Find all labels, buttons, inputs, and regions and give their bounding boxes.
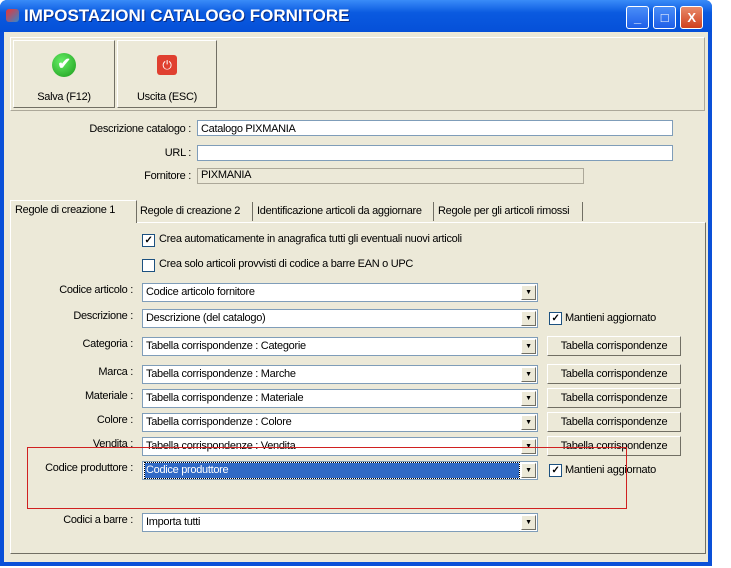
- tab-2[interactable]: Regole di creazione 2: [136, 202, 253, 221]
- chevron-down-icon[interactable]: ▼: [521, 311, 536, 326]
- row-label: Descrizione :: [73, 310, 133, 322]
- dropdown-value: Importa tutti: [146, 516, 201, 528]
- maximize-button[interactable]: □: [653, 6, 676, 29]
- save-label: Salva (F12): [37, 91, 91, 103]
- row-label: Colore :: [96, 414, 133, 426]
- row-label: Materiale :: [84, 390, 133, 402]
- mapping-table-button[interactable]: Tabella corrispondenze: [547, 388, 681, 408]
- dropdown-value: Codice articolo fornitore: [146, 286, 255, 298]
- chevron-down-icon[interactable]: ▼: [521, 415, 536, 430]
- checkbox[interactable]: [142, 259, 155, 272]
- url-input[interactable]: [197, 145, 673, 161]
- check-icon: ✔: [52, 53, 76, 77]
- row-label: Marca :: [98, 366, 133, 378]
- keep-updated-checkbox[interactable]: ✓: [549, 312, 562, 325]
- fornitore-label: Fornitore :: [144, 170, 191, 182]
- row-label: Codice articolo :: [59, 284, 133, 296]
- checkbox-label: Crea automaticamente in anagrafica tutti…: [159, 233, 462, 245]
- exit-button[interactable]: ⏻ Uscita (ESC): [117, 40, 217, 108]
- app-icon: [6, 9, 19, 22]
- dropdown-value: Tabella corrispondenze : Colore: [146, 416, 292, 428]
- mapping-table-button[interactable]: Tabella corrispondenze: [547, 364, 681, 384]
- toolbar: ✔ Salva (F12) ⏻ Uscita (ESC): [10, 37, 705, 111]
- checkbox-label: Crea solo articoli provvisti di codice a…: [159, 258, 414, 270]
- descrizione-label: Descrizione catalogo :: [89, 123, 191, 135]
- mapping-table-button[interactable]: Tabella corrispondenze: [547, 412, 681, 432]
- dropdown-value: Tabella corrispondenze : Marche: [146, 368, 296, 380]
- highlight-rectangle: [27, 447, 627, 509]
- row-label: Categoria :: [82, 338, 133, 350]
- dropdown-value: Descrizione (del catalogo): [146, 312, 266, 324]
- dropdown[interactable]: Tabella corrispondenze : Categorie ▼: [142, 337, 538, 356]
- close-button[interactable]: X: [680, 6, 703, 29]
- dropdown-value: Tabella corrispondenze : Materiale: [146, 392, 304, 404]
- window-title: IMPOSTAZIONI CATALOGO FORNITORE: [24, 6, 350, 25]
- title-bar[interactable]: IMPOSTAZIONI CATALOGO FORNITORE _ □ X: [0, 0, 712, 32]
- power-icon: ⏻: [157, 55, 177, 75]
- chevron-down-icon[interactable]: ▼: [521, 285, 536, 300]
- dropdown[interactable]: Importa tutti ▼: [142, 513, 538, 532]
- dropdown[interactable]: Descrizione (del catalogo) ▼: [142, 309, 538, 328]
- mapping-table-button[interactable]: Tabella corrispondenze: [547, 336, 681, 356]
- minimize-button[interactable]: _: [626, 6, 649, 29]
- dropdown[interactable]: Codice articolo fornitore ▼: [142, 283, 538, 302]
- chevron-down-icon[interactable]: ▼: [521, 339, 536, 354]
- row-label: Codici a barre :: [63, 514, 133, 526]
- descrizione-input[interactable]: Catalogo PIXMANIA: [197, 120, 673, 136]
- tab-4[interactable]: Regole per gli articoli rimossi: [434, 202, 583, 221]
- chevron-down-icon[interactable]: ▼: [521, 367, 536, 382]
- tab-3[interactable]: Identificazione articoli da aggiornare: [253, 202, 434, 221]
- save-button[interactable]: ✔ Salva (F12): [13, 40, 115, 108]
- chevron-down-icon[interactable]: ▼: [521, 515, 536, 530]
- dropdown[interactable]: Tabella corrispondenze : Colore ▼: [142, 413, 538, 432]
- checkbox[interactable]: ✓: [142, 234, 155, 247]
- keep-updated-label: Mantieni aggiornato: [565, 312, 656, 324]
- dropdown-value: Tabella corrispondenze : Categorie: [146, 340, 306, 352]
- exit-label: Uscita (ESC): [137, 91, 197, 103]
- dropdown[interactable]: Tabella corrispondenze : Marche ▼: [142, 365, 538, 384]
- fornitore-field: PIXMANIA: [197, 168, 584, 184]
- tab-1[interactable]: Regole di creazione 1: [10, 200, 137, 223]
- url-label: URL :: [164, 147, 192, 159]
- chevron-down-icon[interactable]: ▼: [521, 391, 536, 406]
- dropdown[interactable]: Tabella corrispondenze : Materiale ▼: [142, 389, 538, 408]
